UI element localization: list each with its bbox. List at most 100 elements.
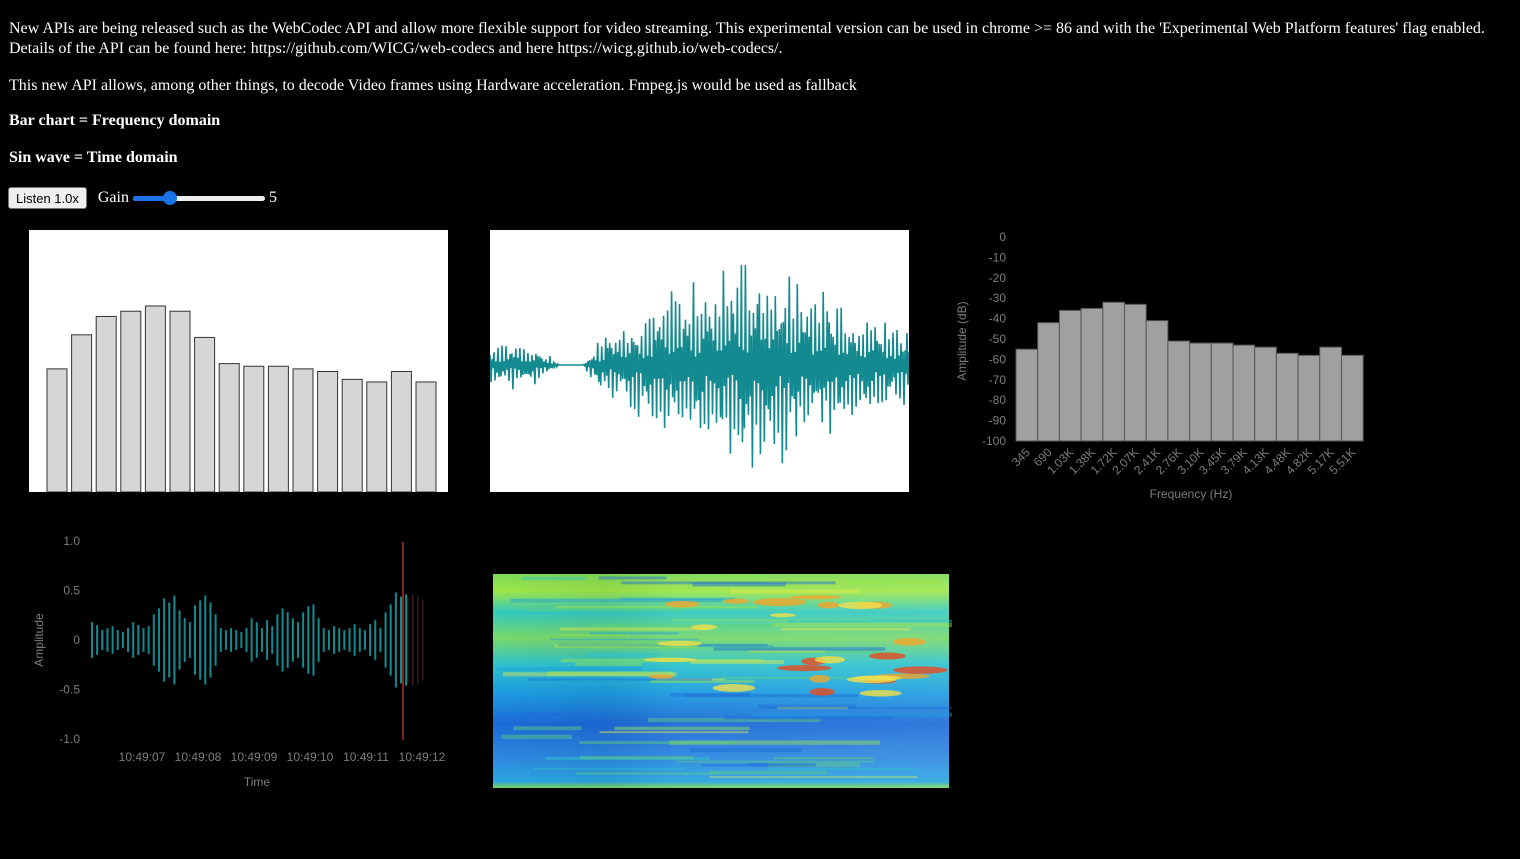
amplitude-bar <box>173 595 176 685</box>
frequency-bar <box>415 381 437 492</box>
y-tick-label: -20 <box>989 271 1007 285</box>
spectrogram-hotspot <box>809 688 835 696</box>
x-tick-label: 10:49:10 <box>287 750 334 764</box>
amplitude-bar <box>121 632 124 648</box>
amplitude-bar <box>101 630 104 650</box>
amplitude-bar <box>132 622 135 658</box>
spectrogram-hotspot <box>809 674 831 683</box>
amplitude-bar <box>348 628 351 652</box>
spectrogram-hotspot <box>868 652 906 660</box>
spectrogram-streak <box>513 726 582 731</box>
amplitude-bar <box>343 630 346 650</box>
spectrogram-streak <box>747 763 816 767</box>
frequency-bar <box>243 365 265 492</box>
frequency-bar <box>120 310 142 492</box>
amplitude-bar <box>163 598 166 682</box>
amplitude-bar <box>276 614 279 666</box>
y-tick-label: -70 <box>989 373 1007 387</box>
spectrogram-streak <box>766 707 952 709</box>
y-tick-label: -100 <box>982 434 1006 448</box>
spectrogram-hotspot <box>657 640 703 647</box>
y-tick-label: 0.5 <box>63 584 80 598</box>
x-tick-label: 10:49:07 <box>119 750 166 764</box>
amplitude-bar <box>1167 340 1191 442</box>
amplitude-bar <box>302 612 305 668</box>
spectrogram-streak <box>598 576 667 580</box>
spectrogram-streak <box>713 647 885 651</box>
amplitude-bar <box>312 604 315 676</box>
spectrogram-hotspot <box>776 664 832 672</box>
spectrogram-hotspot <box>838 601 883 610</box>
spectrogram-hotspot <box>893 638 927 646</box>
amplitude-bar <box>1319 346 1342 442</box>
amplitude-bar <box>1210 342 1234 442</box>
amplitude-time-panel: 1.0 0.5 0 -0.5 -1.0 10:49:07 10:49:08 10:49:09… <box>28 530 458 795</box>
spectrogram-streak <box>729 589 861 594</box>
amplitude-bar <box>369 624 372 656</box>
spectrogram-streak <box>781 627 911 631</box>
frequency-bar-chart <box>29 230 448 492</box>
audio-controls: Listen 1.0x Gain 5 <box>8 186 277 210</box>
amplitude-bar <box>1297 354 1321 442</box>
gain-slider-thumb[interactable] <box>162 191 177 205</box>
y-tick-label: -50 <box>989 332 1007 346</box>
spectrogram-hotspot <box>814 656 846 664</box>
frequency-bar <box>194 336 216 492</box>
listen-button[interactable]: Listen 1.0x <box>8 187 87 209</box>
spectrogram-hotspot <box>712 684 756 692</box>
amplitude-bar <box>147 626 150 654</box>
spectrogram-streak <box>685 693 859 698</box>
time-domain-chart <box>490 230 909 492</box>
spectrogram-streak <box>576 772 719 775</box>
y-axis-label: Amplitude (dB) <box>955 301 969 380</box>
spectrogram-streak <box>560 634 631 636</box>
amplitude-bar <box>1232 344 1256 442</box>
y-tick-label: 0 <box>73 633 80 647</box>
spectrogram-streak <box>614 726 750 731</box>
y-tick-label: -90 <box>989 414 1007 428</box>
amplitude-bar <box>209 602 212 678</box>
amplitude-bar <box>137 625 140 655</box>
amplitude-bar <box>1254 346 1277 442</box>
frequency-bar <box>218 363 240 492</box>
frequency-bar <box>71 334 93 492</box>
amplitude-bar <box>157 608 160 672</box>
amplitude-bar <box>91 622 93 658</box>
spectrogram-panel <box>490 570 952 792</box>
amplitude-bar <box>260 628 263 652</box>
amplitude-bar <box>111 626 114 654</box>
spectrogram-hotspot <box>817 601 840 609</box>
gain-value: 5 <box>268 189 277 206</box>
spectrogram-hotspot <box>769 613 796 618</box>
spectrogram-hotspot <box>724 598 749 604</box>
amplitude-bar <box>235 630 238 650</box>
amplitude-bar <box>194 605 196 675</box>
gain-slider[interactable] <box>132 190 265 206</box>
frequency-bar <box>46 368 68 492</box>
amplitude-bar <box>389 604 392 676</box>
spectrogram-hotspot <box>893 666 948 674</box>
amplitude-bar <box>1124 303 1147 442</box>
amplitude-bar <box>1341 354 1364 442</box>
spectrogram-streak <box>773 757 874 760</box>
spectrogram-streak <box>675 673 813 676</box>
x-tick-label: 345 <box>1009 445 1033 469</box>
amplitude-bar <box>333 626 336 654</box>
spectrogram-hotspot <box>790 595 842 600</box>
amplitude-bar-faded <box>407 598 409 682</box>
x-tick-label: 10:49:09 <box>231 750 278 764</box>
amplitude-bar <box>1080 307 1104 442</box>
time-domain-panel <box>490 230 909 492</box>
amplitude-bar <box>219 628 222 652</box>
amplitude-bar <box>281 608 284 672</box>
spectrogram-streak <box>772 622 952 628</box>
spectrogram-streak <box>708 770 827 775</box>
spectrogram-streak <box>709 776 918 778</box>
spectrogram-streak <box>689 748 803 753</box>
amplitude-bar <box>168 602 171 678</box>
amplitude-bar <box>358 628 361 652</box>
spectrogram-streak <box>559 627 709 631</box>
amplitude-time-chart: 1.0 0.5 0 -0.5 -1.0 10:49:07 10:49:08 10:49:09… <box>32 534 446 789</box>
spectrogram-streak <box>588 624 784 628</box>
spectrogram-streak <box>766 768 916 771</box>
